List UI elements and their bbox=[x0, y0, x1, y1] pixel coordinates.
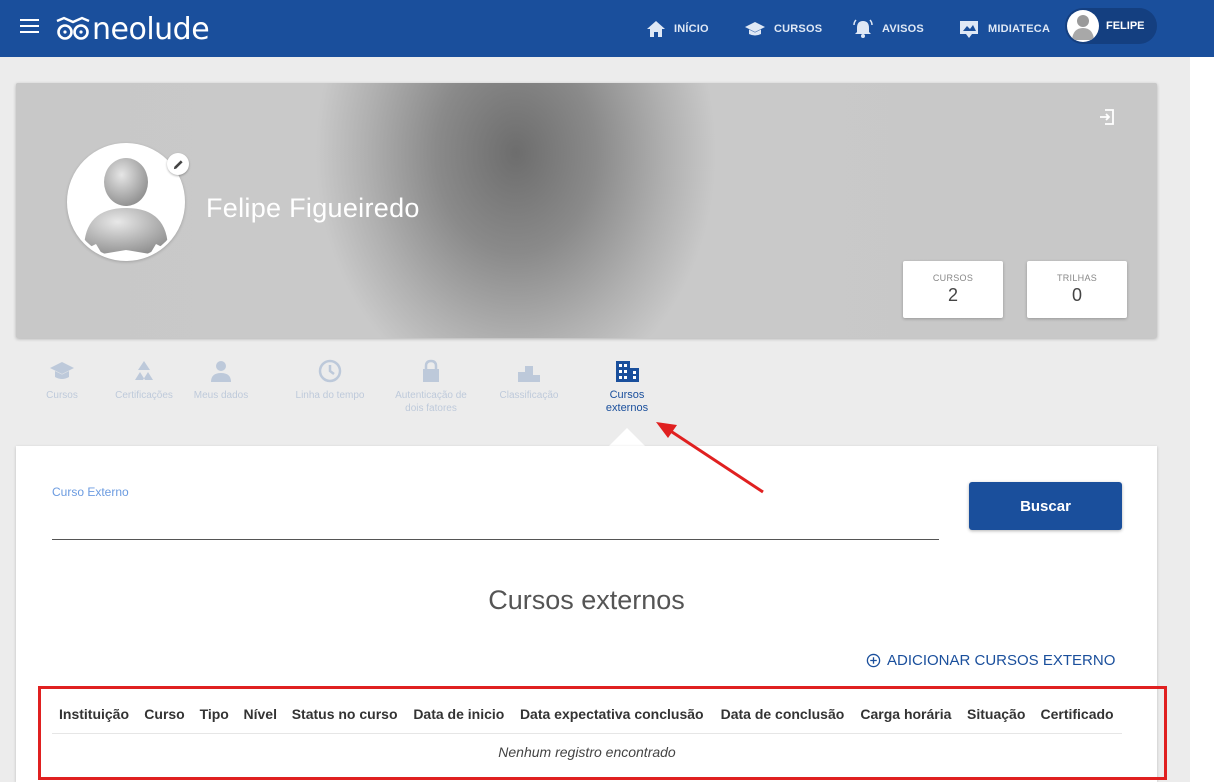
column-header[interactable]: Data de conclusão bbox=[713, 696, 854, 734]
nav-inicio[interactable]: INÍCIO bbox=[646, 0, 709, 57]
tab-linha-do-tempo[interactable]: Linha do tempo bbox=[290, 358, 370, 402]
annotation-arrow-icon bbox=[656, 422, 764, 494]
tab-meus-dados[interactable]: Meus dados bbox=[181, 358, 261, 402]
nav-label: MIDIATECA bbox=[988, 22, 1051, 35]
stat-value: 2 bbox=[947, 285, 958, 305]
user-menu[interactable]: FELIPE bbox=[1065, 8, 1157, 44]
logo-text: neolude bbox=[92, 11, 210, 47]
tab-label: Cursos bbox=[46, 390, 78, 401]
add-link-label: ADICIONAR CURSOS EXTERNO bbox=[887, 652, 1116, 669]
edit-avatar-button[interactable] bbox=[167, 153, 189, 175]
nav-label: INÍCIO bbox=[674, 22, 709, 35]
column-header[interactable]: Nível bbox=[236, 696, 285, 734]
neolude-logo[interactable]: neolude bbox=[56, 11, 210, 47]
column-header[interactable]: Situação bbox=[960, 696, 1034, 734]
stat-value: 0 bbox=[1071, 285, 1082, 305]
top-navigation-bar: neolude INÍCIO CURSOS AVISOS MIDIATECA F… bbox=[0, 0, 1214, 57]
stat-label: TRILHAS bbox=[1056, 273, 1098, 283]
buscar-button[interactable]: Buscar bbox=[969, 482, 1122, 530]
tab-cursos[interactable]: Cursos bbox=[22, 358, 102, 402]
graduation-cap-icon bbox=[745, 21, 765, 35]
column-header[interactable]: Status no curso bbox=[284, 696, 407, 734]
bell-icon bbox=[853, 18, 873, 38]
column-header[interactable]: Data expectativa conclusão bbox=[512, 696, 714, 734]
tab-certificacoes[interactable]: Certificações bbox=[104, 358, 184, 402]
tab-label: Classificação bbox=[499, 390, 559, 401]
column-header[interactable]: Data de inicio bbox=[406, 696, 513, 734]
stat-label: CURSOS bbox=[932, 273, 974, 283]
stat-card-cursos: CURSOS 2 bbox=[903, 261, 1003, 318]
lock-icon bbox=[423, 359, 439, 382]
nav-label: CURSOS bbox=[774, 22, 823, 35]
curso-externo-input[interactable] bbox=[52, 504, 939, 540]
stat-card-trilhas: TRILHAS 0 bbox=[1027, 261, 1127, 318]
tab-classificacao[interactable]: Classificação bbox=[489, 358, 569, 402]
recycle-icon bbox=[135, 361, 153, 380]
table-row: Nenhum registro encontrado bbox=[52, 733, 1122, 770]
scrollbar-track[interactable] bbox=[1190, 57, 1214, 782]
add-circle-icon bbox=[866, 653, 881, 668]
logout-icon[interactable] bbox=[1098, 108, 1116, 126]
user-name: FELIPE bbox=[1106, 20, 1145, 32]
clock-icon bbox=[318, 359, 342, 383]
curso-externo-label: Curso Externo bbox=[52, 485, 129, 499]
column-header[interactable]: Tipo bbox=[192, 696, 237, 734]
building-icon bbox=[616, 361, 639, 382]
nav-avisos[interactable]: AVISOS bbox=[852, 0, 924, 57]
podium-icon bbox=[518, 366, 540, 382]
nav-label: AVISOS bbox=[882, 22, 924, 35]
active-tab-pointer bbox=[609, 428, 645, 446]
owl-logo-icon bbox=[56, 16, 90, 40]
column-header[interactable]: Certificado bbox=[1033, 696, 1122, 734]
cursos-externos-table: Instituição Curso Tipo Nível Status no c… bbox=[52, 696, 1122, 770]
table-header-row: Instituição Curso Tipo Nível Status no c… bbox=[52, 696, 1122, 734]
home-icon bbox=[647, 20, 665, 37]
column-header[interactable]: Carga horária bbox=[853, 696, 961, 734]
empty-message: Nenhum registro encontrado bbox=[498, 743, 676, 760]
nav-cursos[interactable]: CURSOS bbox=[744, 0, 822, 57]
tab-autenticacao[interactable]: Autenticação de dois fatores bbox=[391, 358, 471, 415]
tab-cursos-externos[interactable]: Cursos externos bbox=[587, 358, 667, 415]
column-header[interactable]: Curso bbox=[137, 696, 193, 734]
section-title: Cursos externos bbox=[488, 585, 685, 615]
tab-label: Autenticação de dois fatores bbox=[395, 390, 467, 414]
adicionar-curso-externo-link[interactable]: ADICIONAR CURSOS EXTERNO bbox=[866, 652, 1115, 669]
graduation-cap-icon bbox=[50, 362, 74, 379]
tab-label: Linha do tempo bbox=[295, 390, 365, 401]
nav-midiateca[interactable]: MIDIATECA bbox=[958, 0, 1050, 57]
pencil-icon bbox=[173, 159, 183, 169]
cursos-externos-panel: Curso Externo Buscar Cursos externos ADI… bbox=[16, 446, 1157, 782]
column-header[interactable]: Instituição bbox=[52, 696, 138, 734]
menu-icon[interactable] bbox=[20, 19, 39, 37]
user-avatar-icon bbox=[1072, 15, 1094, 40]
profile-name: Felipe Figueiredo bbox=[206, 193, 420, 223]
avatar bbox=[1067, 10, 1099, 42]
tab-label: Meus dados bbox=[193, 390, 249, 401]
media-icon bbox=[960, 20, 978, 38]
profile-header: Felipe Figueiredo CURSOS 2 TRILHAS 0 bbox=[16, 83, 1157, 338]
person-icon bbox=[211, 361, 231, 382]
tab-label: Certificações bbox=[115, 390, 173, 401]
user-avatar-icon bbox=[84, 158, 168, 254]
